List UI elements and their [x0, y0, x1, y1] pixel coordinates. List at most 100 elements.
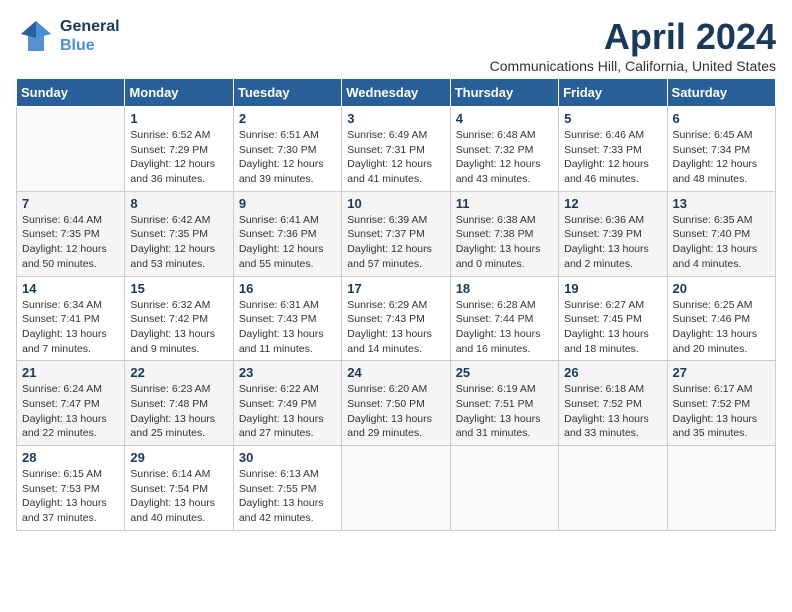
calendar-day-cell: 26 Sunrise: 6:18 AMSunset: 7:52 PMDayligh…	[559, 361, 667, 446]
calendar-day-cell: 2 Sunrise: 6:51 AMSunset: 7:30 PMDaylight…	[233, 107, 341, 192]
day-number: 12	[564, 196, 661, 211]
calendar-day-cell: 6 Sunrise: 6:45 AMSunset: 7:34 PMDaylight…	[667, 107, 775, 192]
day-number: 22	[130, 365, 227, 380]
day-info: Sunrise: 6:18 AMSunset: 7:52 PMDaylight:…	[564, 382, 661, 441]
day-info: Sunrise: 6:31 AMSunset: 7:43 PMDaylight:…	[239, 298, 336, 357]
day-info: Sunrise: 6:45 AMSunset: 7:34 PMDaylight:…	[673, 128, 770, 187]
month-title: April 2024	[490, 16, 776, 58]
calendar-day-cell: 8 Sunrise: 6:42 AMSunset: 7:35 PMDaylight…	[125, 191, 233, 276]
day-info: Sunrise: 6:46 AMSunset: 7:33 PMDaylight:…	[564, 128, 661, 187]
day-number: 2	[239, 111, 336, 126]
logo-text-line1: General	[60, 17, 120, 36]
day-info: Sunrise: 6:25 AMSunset: 7:46 PMDaylight:…	[673, 298, 770, 357]
day-number: 13	[673, 196, 770, 211]
calendar-day-cell: 16 Sunrise: 6:31 AMSunset: 7:43 PMDayligh…	[233, 276, 341, 361]
calendar-day-cell: 29Sunrise: 6:14 AMSunset: 7:54 PMDayligh…	[125, 446, 233, 531]
day-number: 20	[673, 281, 770, 296]
day-number: 4	[456, 111, 553, 126]
calendar-day-cell: 22 Sunrise: 6:23 AMSunset: 7:48 PMDayligh…	[125, 361, 233, 446]
empty-cell	[17, 107, 125, 192]
logo: General Blue	[16, 16, 120, 56]
calendar-day-cell: 28Sunrise: 6:15 AMSunset: 7:53 PMDayligh…	[17, 446, 125, 531]
day-number: 25	[456, 365, 553, 380]
day-number: 10	[347, 196, 444, 211]
logo-bird-icon	[16, 16, 56, 56]
day-info: Sunrise: 6:14 AMSunset: 7:54 PMDaylight:…	[130, 467, 227, 526]
calendar-day-cell: 23 Sunrise: 6:22 AMSunset: 7:49 PMDayligh…	[233, 361, 341, 446]
calendar-week-row: 14 Sunrise: 6:34 AMSunset: 7:41 PMDayligh…	[17, 276, 776, 361]
day-info: Sunrise: 6:22 AMSunset: 7:49 PMDaylight:…	[239, 382, 336, 441]
day-number: 30	[239, 450, 336, 465]
title-block: April 2024 Communications Hill, Californ…	[490, 16, 776, 74]
day-number: 19	[564, 281, 661, 296]
day-number: 1	[130, 111, 227, 126]
day-number: 24	[347, 365, 444, 380]
calendar-day-cell: 24Sunrise: 6:20 AMSunset: 7:50 PMDayligh…	[342, 361, 450, 446]
day-number: 27	[673, 365, 770, 380]
weekday-header-thursday: Thursday	[450, 79, 558, 107]
day-number: 15	[130, 281, 227, 296]
day-number: 14	[22, 281, 119, 296]
calendar-day-cell: 4 Sunrise: 6:48 AMSunset: 7:32 PMDaylight…	[450, 107, 558, 192]
day-info: Sunrise: 6:13 AMSunset: 7:55 PMDaylight:…	[239, 467, 336, 526]
calendar-day-cell: 21 Sunrise: 6:24 AMSunset: 7:47 PMDayligh…	[17, 361, 125, 446]
calendar-day-cell: 1 Sunrise: 6:52 AMSunset: 7:29 PMDaylight…	[125, 107, 233, 192]
empty-cell	[559, 446, 667, 531]
day-number: 17	[347, 281, 444, 296]
day-number: 23	[239, 365, 336, 380]
page-header: General Blue April 2024 Communications H…	[16, 16, 776, 74]
calendar-day-cell: 30 Sunrise: 6:13 AMSunset: 7:55 PMDayligh…	[233, 446, 341, 531]
day-info: Sunrise: 6:23 AMSunset: 7:48 PMDaylight:…	[130, 382, 227, 441]
calendar-week-row: 28Sunrise: 6:15 AMSunset: 7:53 PMDayligh…	[17, 446, 776, 531]
day-info: Sunrise: 6:39 AMSunset: 7:37 PMDaylight:…	[347, 213, 444, 272]
day-info: Sunrise: 6:44 AMSunset: 7:35 PMDaylight:…	[22, 213, 119, 272]
location: Communications Hill, California, United …	[490, 58, 776, 74]
day-number: 3	[347, 111, 444, 126]
weekday-header-monday: Monday	[125, 79, 233, 107]
day-number: 18	[456, 281, 553, 296]
calendar-day-cell: 27 Sunrise: 6:17 AMSunset: 7:52 PMDayligh…	[667, 361, 775, 446]
calendar-week-row: 21 Sunrise: 6:24 AMSunset: 7:47 PMDayligh…	[17, 361, 776, 446]
day-number: 26	[564, 365, 661, 380]
day-info: Sunrise: 6:27 AMSunset: 7:45 PMDaylight:…	[564, 298, 661, 357]
day-info: Sunrise: 6:32 AMSunset: 7:42 PMDaylight:…	[130, 298, 227, 357]
day-info: Sunrise: 6:42 AMSunset: 7:35 PMDaylight:…	[130, 213, 227, 272]
calendar-week-row: 7Sunrise: 6:44 AMSunset: 7:35 PMDaylight…	[17, 191, 776, 276]
day-info: Sunrise: 6:19 AMSunset: 7:51 PMDaylight:…	[456, 382, 553, 441]
calendar-day-cell: 12Sunrise: 6:36 AMSunset: 7:39 PMDayligh…	[559, 191, 667, 276]
calendar-day-cell: 17 Sunrise: 6:29 AMSunset: 7:43 PMDayligh…	[342, 276, 450, 361]
calendar-day-cell: 20 Sunrise: 6:25 AMSunset: 7:46 PMDayligh…	[667, 276, 775, 361]
day-number: 5	[564, 111, 661, 126]
weekday-header-sunday: Sunday	[17, 79, 125, 107]
day-info: Sunrise: 6:34 AMSunset: 7:41 PMDaylight:…	[22, 298, 119, 357]
weekday-header-friday: Friday	[559, 79, 667, 107]
day-number: 16	[239, 281, 336, 296]
day-info: Sunrise: 6:28 AMSunset: 7:44 PMDaylight:…	[456, 298, 553, 357]
calendar-day-cell: 9Sunrise: 6:41 AMSunset: 7:36 PMDaylight…	[233, 191, 341, 276]
calendar-day-cell: 5 Sunrise: 6:46 AMSunset: 7:33 PMDaylight…	[559, 107, 667, 192]
calendar-week-row: 1 Sunrise: 6:52 AMSunset: 7:29 PMDaylight…	[17, 107, 776, 192]
day-info: Sunrise: 6:24 AMSunset: 7:47 PMDaylight:…	[22, 382, 119, 441]
calendar-day-cell: 3 Sunrise: 6:49 AMSunset: 7:31 PMDaylight…	[342, 107, 450, 192]
day-info: Sunrise: 6:51 AMSunset: 7:30 PMDaylight:…	[239, 128, 336, 187]
day-number: 6	[673, 111, 770, 126]
calendar-day-cell: 14 Sunrise: 6:34 AMSunset: 7:41 PMDayligh…	[17, 276, 125, 361]
day-info: Sunrise: 6:49 AMSunset: 7:31 PMDaylight:…	[347, 128, 444, 187]
empty-cell	[450, 446, 558, 531]
day-info: Sunrise: 6:35 AMSunset: 7:40 PMDaylight:…	[673, 213, 770, 272]
day-info: Sunrise: 6:17 AMSunset: 7:52 PMDaylight:…	[673, 382, 770, 441]
day-info: Sunrise: 6:52 AMSunset: 7:29 PMDaylight:…	[130, 128, 227, 187]
day-info: Sunrise: 6:29 AMSunset: 7:43 PMDaylight:…	[347, 298, 444, 357]
calendar-day-cell: 18 Sunrise: 6:28 AMSunset: 7:44 PMDayligh…	[450, 276, 558, 361]
day-info: Sunrise: 6:38 AMSunset: 7:38 PMDaylight:…	[456, 213, 553, 272]
calendar-day-cell: 11Sunrise: 6:38 AMSunset: 7:38 PMDayligh…	[450, 191, 558, 276]
calendar-table: SundayMondayTuesdayWednesdayThursdayFrid…	[16, 78, 776, 531]
calendar-day-cell: 7Sunrise: 6:44 AMSunset: 7:35 PMDaylight…	[17, 191, 125, 276]
weekday-header-wednesday: Wednesday	[342, 79, 450, 107]
calendar-day-cell: 13 Sunrise: 6:35 AMSunset: 7:40 PMDayligh…	[667, 191, 775, 276]
calendar-day-cell: 19 Sunrise: 6:27 AMSunset: 7:45 PMDayligh…	[559, 276, 667, 361]
day-number: 8	[130, 196, 227, 211]
day-number: 9	[239, 196, 336, 211]
day-number: 21	[22, 365, 119, 380]
day-info: Sunrise: 6:48 AMSunset: 7:32 PMDaylight:…	[456, 128, 553, 187]
